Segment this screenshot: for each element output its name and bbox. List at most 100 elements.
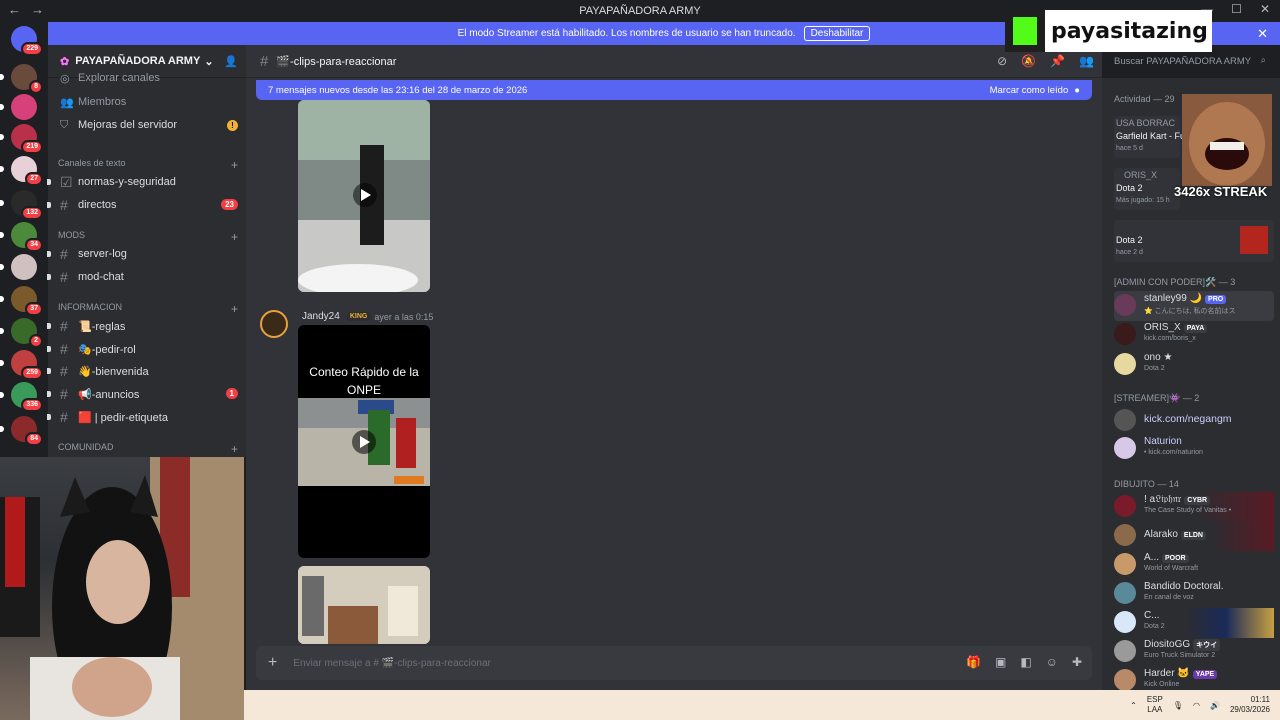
unread-pill <box>0 232 4 238</box>
invite-people-icon[interactable]: 👤 <box>224 55 238 68</box>
mark-as-read-button[interactable]: Marcar como leído <box>990 85 1069 96</box>
sidebar-item-explore[interactable]: ◎ Explorar canales <box>48 71 246 85</box>
member-row[interactable]: Naturion • kick.com/naturion <box>1114 434 1274 464</box>
channel-pedir-etiqueta[interactable]: # 🟥 | pedir-etiqueta <box>47 406 246 428</box>
server-icon[interactable] <box>0 94 37 120</box>
shield-icon: ⛉ <box>60 118 69 131</box>
microphone-icon[interactable]: 🎙 <box>1173 701 1183 710</box>
avatar[interactable] <box>260 310 288 338</box>
member-row[interactable]: stanley99 🌙 PRO ⭐ こんにちは, 私の名前はス <box>1114 291 1274 321</box>
sidebar-item-boosts[interactable]: ⛉ Mejoras del servidor ! <box>48 114 246 136</box>
member-list-icon[interactable]: 👥 <box>1079 54 1094 68</box>
server-icon[interactable]: 2 <box>0 318 43 348</box>
member-name: A... <box>1144 552 1160 563</box>
channel-normas[interactable]: ☑ normas-y-seguridad <box>47 171 246 193</box>
add-channel-icon[interactable]: + <box>231 442 238 456</box>
threads-icon[interactable]: ⊘ <box>997 54 1007 68</box>
member-row[interactable]: ono ★ Dota 2 <box>1114 350 1274 380</box>
channel-pedir-rol[interactable]: # 🎭-pedir-rol <box>47 338 246 360</box>
channel-label: 👋-bienvenida <box>78 365 149 378</box>
unread-pill <box>47 414 51 420</box>
wifi-icon[interactable]: ◠ <box>1193 701 1200 710</box>
activity-card[interactable]: USA BORRAC Garfield Kart - Fu hace 5 d <box>1114 116 1185 158</box>
channel-server-log[interactable]: # server-log <box>47 243 246 265</box>
member-row[interactable]: kick.com/negangm <box>1114 406 1274 436</box>
clock[interactable]: 01:11 29/03/2026 <box>1230 695 1270 715</box>
emoji-icon[interactable]: ☺ <box>1046 655 1058 669</box>
hash-icon: # <box>60 341 68 357</box>
gift-icon[interactable]: 🎁 <box>966 655 981 669</box>
gif-icon[interactable]: ▣ <box>995 655 1006 669</box>
new-messages-bar[interactable]: 7 mensajes nuevos desde las 23:16 del 28… <box>256 80 1092 100</box>
server-icon[interactable]: 34 <box>0 222 43 252</box>
server-icon[interactable]: 132 <box>0 190 43 220</box>
member-row[interactable]: A... POOR World of Warcraft <box>1114 550 1274 580</box>
upload-plus-icon[interactable]: + <box>268 654 277 672</box>
tray-chevron-icon[interactable]: ⌃ <box>1130 701 1137 710</box>
channel-directos[interactable]: # directos 23 <box>47 194 246 216</box>
back-arrow-icon[interactable]: ← <box>8 2 21 17</box>
search-input[interactable]: Buscar PAYAPAÑADORA ARMY ⌕ <box>1108 52 1272 72</box>
server-icon[interactable]: 336 <box>0 382 43 412</box>
mention-badge: 1 <box>225 388 238 399</box>
channel-sidebar: ✿ PAYAPAÑADORA ARMY ⌄ 👤 ◎ Explorar canal… <box>47 45 246 457</box>
mark-read-icon: ● <box>1074 84 1080 96</box>
message-composer[interactable]: + Enviar mensaje a # 🎬-clips-para-reacci… <box>256 646 1092 680</box>
volume-icon[interactable]: 🔊 <box>1210 701 1220 710</box>
member-row[interactable]: ! a𝔏𝔦𝔭𝔥𝔫𝔯 CYBR The Case Study of Vanitas … <box>1114 492 1274 522</box>
sticker-icon[interactable]: ◧ <box>1020 655 1031 669</box>
member-row[interactable]: Alarako ELDN <box>1114 521 1274 551</box>
category-informacion[interactable]: INFORMACION + <box>58 302 238 316</box>
member-row[interactable]: Bandido Doctoral. En canal de voz <box>1114 579 1274 609</box>
server-icon[interactable] <box>0 254 37 280</box>
category-mods[interactable]: MODS + <box>58 230 238 244</box>
server-icon[interactable]: 219 <box>0 124 43 154</box>
server-mention-badge: 27 <box>25 172 43 186</box>
member-row[interactable]: C... Dota 2 <box>1114 608 1274 638</box>
member-status: Euro Truck Simulator 2 <box>1144 652 1216 659</box>
server-icon[interactable]: 8 <box>0 64 43 94</box>
apps-icon[interactable]: ✚ <box>1072 655 1082 669</box>
add-channel-icon[interactable]: + <box>231 302 238 316</box>
server-icon[interactable]: 27 <box>0 156 43 186</box>
category-text-channels[interactable]: Canales de texto + <box>58 158 238 172</box>
activity-card[interactable]: ORIS_X Dota 2 Más jugado: 15 h <box>1114 168 1180 210</box>
server-mention-badge: 259 <box>21 366 43 380</box>
server-icon[interactable]: 37 <box>0 286 43 316</box>
activity-card[interactable]: Dota 2 hace 2 d <box>1114 220 1274 262</box>
channel-anuncios[interactable]: # 📢-anuncios 1 <box>47 383 246 405</box>
discord-home-icon[interactable]: 229 <box>11 26 43 56</box>
member-name: stanley99 🌙 <box>1144 293 1203 304</box>
disable-streamer-button[interactable]: Deshabilitar <box>803 26 871 41</box>
close-window-button[interactable]: ✕ <box>1260 2 1270 16</box>
member-row[interactable]: Harder 🐱 YAPE Kick Online <box>1114 666 1274 690</box>
channel-mod-chat[interactable]: # mod-chat <box>47 266 246 288</box>
pin-icon[interactable]: 📌 <box>1050 54 1065 68</box>
channel-bienvenida[interactable]: # 👋-bienvenida <box>47 360 246 382</box>
video-attachment[interactable] <box>298 100 430 292</box>
category-comunidad[interactable]: COMUNIDAD + <box>58 442 238 456</box>
member-status: En canal de voz <box>1144 594 1194 601</box>
close-banner-icon[interactable]: ✕ <box>1257 26 1268 42</box>
sidebar-item-members[interactable]: 👥 Miembros <box>48 91 246 113</box>
chevron-down-icon: ⌄ <box>204 55 214 68</box>
server-icon[interactable]: 84 <box>0 416 43 446</box>
channel-reglas[interactable]: # 📜-reglas <box>47 315 246 337</box>
video-attachment[interactable] <box>298 566 430 644</box>
add-channel-icon[interactable]: + <box>231 230 238 244</box>
notifications-off-icon[interactable]: 🔕 <box>1021 54 1036 68</box>
activity-game: Dota 2 <box>1116 183 1143 193</box>
server-icon[interactable]: 259 <box>0 350 43 380</box>
message-author[interactable]: Jandy24 <box>302 311 340 322</box>
add-channel-icon[interactable]: + <box>231 158 238 172</box>
maximize-button[interactable]: ☐ <box>1231 2 1242 16</box>
forward-arrow-icon[interactable]: → <box>31 2 44 17</box>
server-mention-badge: 336 <box>21 398 43 412</box>
language-indicator[interactable]: ESP LAA <box>1147 695 1163 715</box>
streak-text: 3426x STREAK <box>1174 184 1268 199</box>
member-row[interactable]: ORIS_X PAYA kick.com/boris_x <box>1114 320 1274 350</box>
member-row[interactable]: DiositoGG キウイ Euro Truck Simulator 2 <box>1114 637 1274 667</box>
member-name: Alarako <box>1144 529 1178 540</box>
video-attachment[interactable]: Conteo Rápido de la ONPE <box>298 325 430 558</box>
message-list[interactable]: 7 mensajes nuevos desde las 23:16 del 28… <box>246 78 1102 690</box>
